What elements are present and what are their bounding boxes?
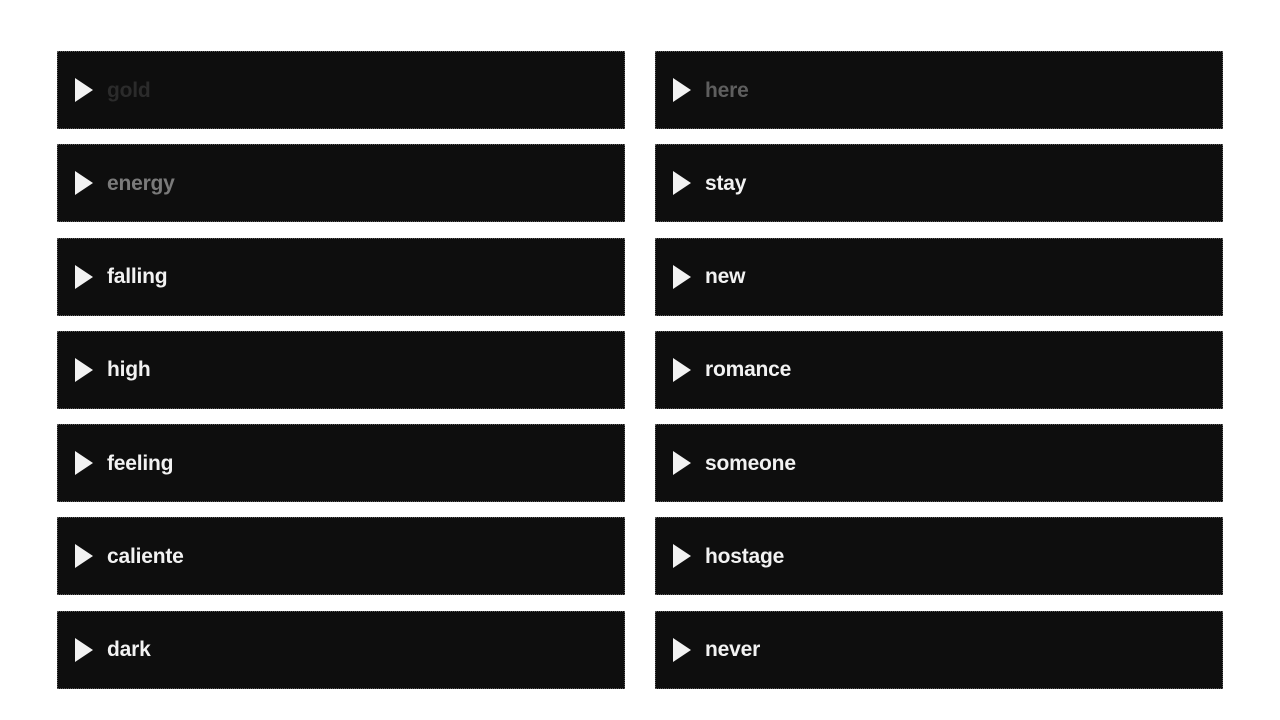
tile-label: romance xyxy=(705,358,792,382)
tile-label: feeling xyxy=(107,451,174,475)
tile-energy[interactable]: energy xyxy=(57,144,625,223)
tile-never[interactable]: never xyxy=(655,610,1223,689)
tile-high[interactable]: high xyxy=(57,330,625,409)
play-icon xyxy=(673,451,691,476)
tile-grid: gold here energy stay falling new high r… xyxy=(57,51,1223,689)
tile-label: caliente xyxy=(107,544,184,568)
tile-someone[interactable]: someone xyxy=(655,424,1223,503)
tile-label: dark xyxy=(107,638,151,662)
tile-label: stay xyxy=(705,171,747,195)
tile-caliente[interactable]: caliente xyxy=(57,517,625,596)
tile-stay[interactable]: stay xyxy=(655,144,1223,223)
tile-here[interactable]: here xyxy=(655,51,1223,129)
play-icon xyxy=(75,357,93,382)
play-icon xyxy=(75,78,93,102)
tile-label: hostage xyxy=(705,544,785,568)
tile-feeling[interactable]: feeling xyxy=(57,424,625,503)
tile-label: high xyxy=(107,358,151,382)
tile-label: falling xyxy=(107,265,168,289)
tile-new[interactable]: new xyxy=(655,237,1223,316)
tile-label: never xyxy=(705,638,761,662)
play-icon xyxy=(673,264,691,289)
play-icon xyxy=(75,264,93,289)
play-icon xyxy=(75,171,93,196)
tile-label: gold xyxy=(107,78,151,102)
tile-label: new xyxy=(705,265,746,289)
tile-dark[interactable]: dark xyxy=(57,610,625,689)
tile-label: energy xyxy=(107,171,175,195)
play-icon xyxy=(75,451,93,476)
tile-label: here xyxy=(705,78,749,102)
play-icon xyxy=(75,637,93,662)
play-icon xyxy=(75,544,93,569)
play-icon xyxy=(673,357,691,382)
play-icon xyxy=(673,171,691,196)
play-icon xyxy=(673,637,691,662)
tile-hostage[interactable]: hostage xyxy=(655,517,1223,596)
tile-gold[interactable]: gold xyxy=(57,51,625,129)
play-icon xyxy=(673,78,691,102)
tile-romance[interactable]: romance xyxy=(655,330,1223,409)
play-icon xyxy=(673,544,691,569)
tile-falling[interactable]: falling xyxy=(57,237,625,316)
tile-label: someone xyxy=(705,451,796,475)
